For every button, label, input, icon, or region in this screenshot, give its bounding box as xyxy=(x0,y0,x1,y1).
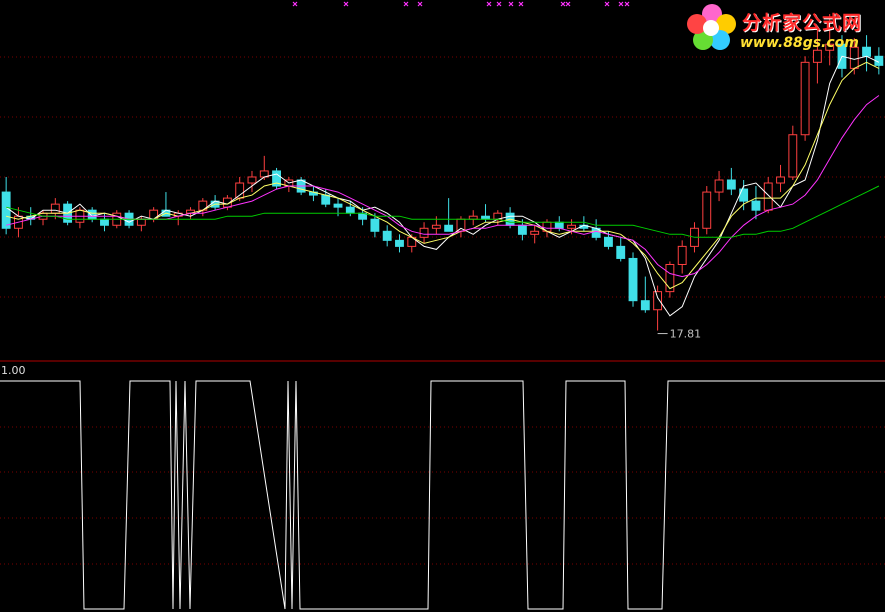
signal-marker xyxy=(343,1,349,7)
candle-body xyxy=(370,218,380,232)
candle-body xyxy=(554,221,564,229)
candle-body xyxy=(677,245,687,265)
logo-url: www.88gs.com xyxy=(740,35,859,51)
candle-body xyxy=(628,257,638,302)
signal-marker xyxy=(618,1,624,7)
signal-marker xyxy=(417,1,423,7)
signal-marker xyxy=(496,1,502,7)
signal-marker xyxy=(560,1,566,7)
moving-average-line xyxy=(5,55,880,317)
candle-body xyxy=(714,179,724,193)
indicator-signal-line xyxy=(0,380,885,610)
indicator-ytick-label: 1.00 xyxy=(1,364,26,377)
low-price-annotation: 17.81 xyxy=(657,328,702,341)
candle-body xyxy=(247,176,257,184)
candle-body xyxy=(776,176,785,184)
site-logo: 分析家公式网 www.88gs.com xyxy=(684,2,884,54)
signal-marker xyxy=(486,1,492,7)
candle-body xyxy=(1,191,11,229)
candle-body xyxy=(321,194,331,205)
candle-body xyxy=(395,239,404,247)
candle-body xyxy=(726,179,736,190)
candle-body xyxy=(788,134,798,178)
flower-logo-icon xyxy=(687,4,736,50)
candle-body xyxy=(382,230,392,241)
signal-marker xyxy=(292,1,298,7)
candle-body xyxy=(751,200,761,211)
candle-body xyxy=(444,224,454,232)
signal-marker xyxy=(508,1,514,7)
signal-marker xyxy=(403,1,409,7)
low-price-label: 17.81 xyxy=(670,328,702,341)
indicator-grid xyxy=(0,426,885,565)
candle-body xyxy=(136,218,146,226)
candle-body xyxy=(800,61,810,136)
signal-marker xyxy=(518,1,524,7)
candle-body xyxy=(763,182,773,211)
price-grid xyxy=(0,56,885,298)
candle-body xyxy=(345,206,355,214)
candle-body xyxy=(333,203,343,208)
candle-body xyxy=(702,191,712,229)
candle-body xyxy=(87,209,97,220)
candle-body xyxy=(431,224,441,229)
candle-body xyxy=(235,182,245,199)
candle-body xyxy=(616,245,626,259)
moving-average-line xyxy=(5,61,880,290)
signal-marker xyxy=(565,1,571,7)
candle-body xyxy=(530,230,540,235)
candle-body xyxy=(100,218,109,226)
candle-body xyxy=(653,291,663,311)
candle-body xyxy=(50,203,60,214)
signal-marker xyxy=(604,1,610,7)
moving-average-lines xyxy=(5,55,880,317)
candle-body xyxy=(604,236,613,247)
signal-marker xyxy=(624,1,630,7)
kline-chart-canvas: 17.81 1.00 xyxy=(0,1,885,610)
candle-body xyxy=(640,300,650,311)
logo-title: 分析家公式网 xyxy=(742,12,863,34)
candle-body xyxy=(517,224,527,235)
candle-body xyxy=(419,227,429,238)
candlestick-series xyxy=(1,14,884,331)
candle-body xyxy=(567,224,576,229)
moving-average-line xyxy=(5,95,880,278)
signal-markers xyxy=(292,1,630,7)
